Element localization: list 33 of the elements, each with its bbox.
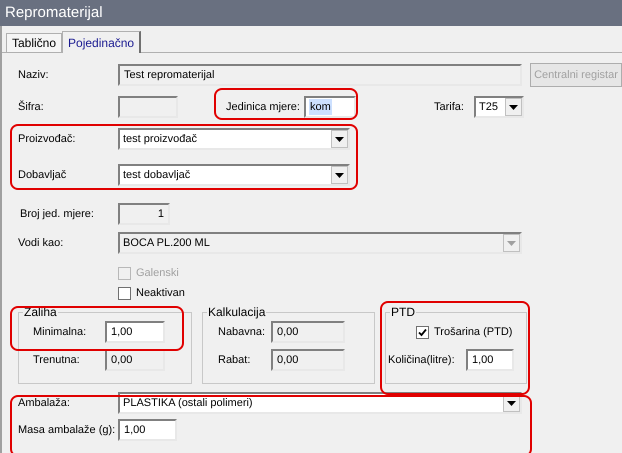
field-label: Nabavna: xyxy=(217,324,266,340)
input-field[interactable]: kom xyxy=(304,96,356,118)
tab[interactable]: Pojedinačno xyxy=(62,31,142,53)
field-label: Rabat: xyxy=(217,352,252,368)
field-label: Dobavljač xyxy=(18,168,68,183)
field-label: Jedinica mjere: xyxy=(226,100,301,115)
window-title: Repromaterijal xyxy=(5,2,103,23)
group-title: PTD xyxy=(390,306,416,319)
field-label: Količina(litre): xyxy=(387,352,456,368)
field-label: Masa ambalaže (g): xyxy=(18,422,116,438)
field-label: Naziv: xyxy=(18,68,50,83)
field-label: Broj jed. mjere: xyxy=(19,206,95,222)
checkbox-label: Neaktivan xyxy=(136,286,185,301)
field-label: Trenutna: xyxy=(32,352,81,368)
input-field[interactable]: 1,00 xyxy=(466,349,514,371)
field-label: Šifra: xyxy=(18,99,45,115)
group-title: Zaliha xyxy=(23,306,58,319)
checkbox-label: Galenski xyxy=(136,266,179,281)
field-label: Tarifa: xyxy=(434,100,465,115)
group-title: Kalkulacija xyxy=(207,306,266,319)
dropdown[interactable]: test dobavljač xyxy=(118,164,350,186)
field-label: Vodi kao: xyxy=(18,236,64,251)
checkbox-label: Trošarina (PTD) xyxy=(434,324,512,340)
dropdown[interactable]: T25 xyxy=(474,96,524,118)
field-label: Minimalna: xyxy=(32,324,88,340)
field-label: Ambalaža: xyxy=(18,396,71,411)
input-field[interactable]: 1,00 xyxy=(105,321,165,343)
checkbox[interactable] xyxy=(416,326,429,338)
dropdown[interactable]: test proizvođač xyxy=(118,128,350,150)
checkbox[interactable] xyxy=(118,286,131,300)
field-label: Proizvođač: xyxy=(18,132,76,147)
tab[interactable]: Tablično xyxy=(6,33,62,52)
input-field[interactable]: 1,00 xyxy=(118,419,177,441)
